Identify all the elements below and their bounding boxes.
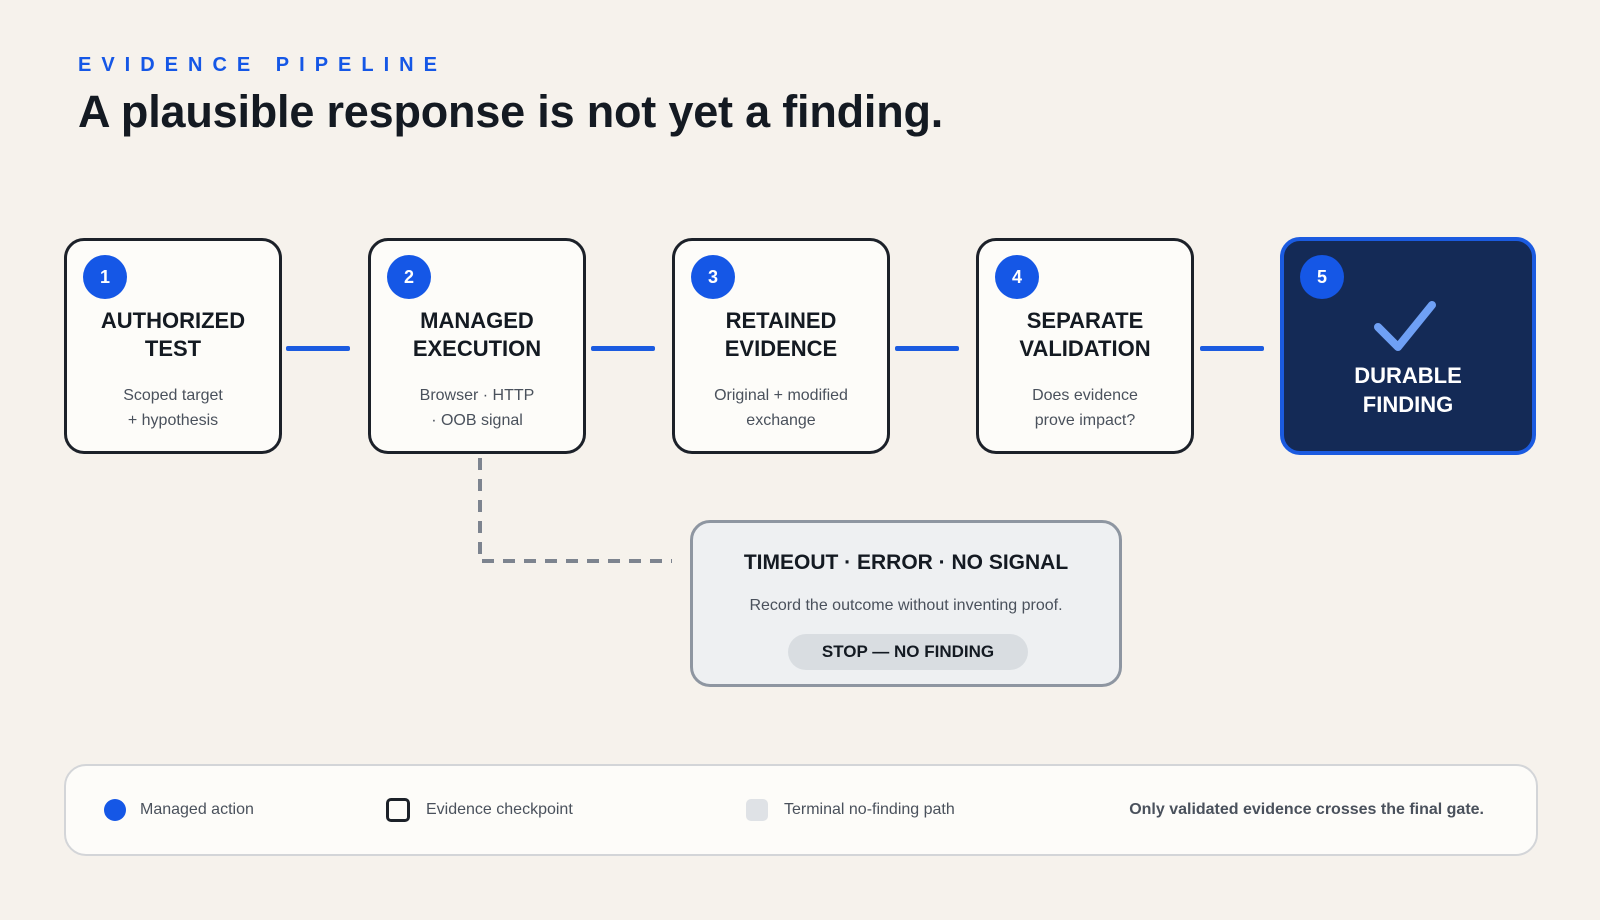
step-description: Does evidence prove impact? <box>979 383 1191 433</box>
legend: Managed action Evidence checkpoint Termi… <box>64 764 1538 856</box>
step-durable-finding: 5 DURABLE FINDING <box>1280 237 1536 455</box>
step-number-badge: 4 <box>995 255 1039 299</box>
step-title-line: EVIDENCE <box>724 336 838 361</box>
connector-2-3 <box>591 346 655 351</box>
step-description-line: exchange <box>746 412 816 429</box>
step-description-line: Scoped target <box>123 387 223 404</box>
step-authorized-test: 1 AUTHORIZED TEST Scoped target + hypoth… <box>64 238 282 454</box>
step-description-line: prove impact? <box>1034 412 1136 429</box>
legend-item-managed-action: Managed action <box>104 766 254 854</box>
step-separate-validation: 4 SEPARATE VALIDATION Does evidence prov… <box>976 238 1194 454</box>
legend-note: Only validated evidence crosses the fina… <box>1129 801 1484 818</box>
step-title-line: AUTHORIZED <box>100 308 246 333</box>
blue-dot-swatch-icon <box>104 799 126 821</box>
legend-item-terminal-path: Terminal no-finding path <box>746 766 955 854</box>
stop-no-finding-pill: STOP — NO FINDING <box>788 634 1028 670</box>
no-finding-title: TIMEOUT · ERROR · NO SIGNAL <box>743 551 1069 574</box>
page-title: A plausible response is not yet a findin… <box>78 86 944 137</box>
step-title-line: SEPARATE <box>1026 308 1144 333</box>
legend-label: Terminal no-finding path <box>784 801 955 818</box>
outlined-box-swatch-icon <box>386 798 410 822</box>
legend-label: Evidence checkpoint <box>426 801 573 818</box>
step-title-line: VALIDATION <box>1019 336 1151 361</box>
step-description-line: Browser · HTTP <box>419 387 535 404</box>
eyebrow-label: EVIDENCE PIPELINE <box>78 54 447 76</box>
step-title-line: TEST <box>144 336 202 361</box>
no-finding-box: TIMEOUT · ERROR · NO SIGNAL Record the o… <box>690 520 1122 687</box>
connector-1-2 <box>286 346 350 351</box>
step-title-line: DURABLE <box>1354 363 1462 388</box>
step-title-line: RETAINED <box>725 308 837 333</box>
step-number-badge: 2 <box>387 255 431 299</box>
step-title: SEPARATE VALIDATION <box>979 307 1191 363</box>
checkmark-icon <box>1374 301 1436 351</box>
step-title-line: MANAGED <box>420 308 534 333</box>
step-title: MANAGED EXECUTION <box>371 307 583 363</box>
step-title: DURABLE FINDING <box>1284 361 1532 419</box>
step-description-line: Original + modified <box>714 387 848 404</box>
no-finding-description: Record the outcome without inventing pro… <box>749 597 1063 614</box>
step-description-line: · OOB signal <box>431 412 523 429</box>
legend-item-evidence-checkpoint: Evidence checkpoint <box>386 766 573 854</box>
connector-4-5 <box>1200 346 1264 351</box>
step-retained-evidence: 3 RETAINED EVIDENCE Original + modified … <box>672 238 890 454</box>
step-description: Scoped target + hypothesis <box>67 383 279 433</box>
step-description-line: + hypothesis <box>127 412 219 429</box>
step-title: AUTHORIZED TEST <box>67 307 279 363</box>
gray-box-swatch-icon <box>746 799 768 821</box>
step-description: Original + modified exchange <box>675 383 887 433</box>
step-title: RETAINED EVIDENCE <box>675 307 887 363</box>
step-number-badge: 3 <box>691 255 735 299</box>
step-managed-execution: 2 MANAGED EXECUTION Browser · HTTP · OOB… <box>368 238 586 454</box>
legend-label: Managed action <box>140 801 254 818</box>
step-description: Browser · HTTP · OOB signal <box>371 383 583 433</box>
step-description-line: Does evidence <box>1032 387 1138 404</box>
step-title-line: EXECUTION <box>412 336 542 361</box>
step-number-badge: 1 <box>83 255 127 299</box>
step-title-line: FINDING <box>1362 392 1454 417</box>
step-number-badge: 5 <box>1300 255 1344 299</box>
connector-3-4 <box>895 346 959 351</box>
